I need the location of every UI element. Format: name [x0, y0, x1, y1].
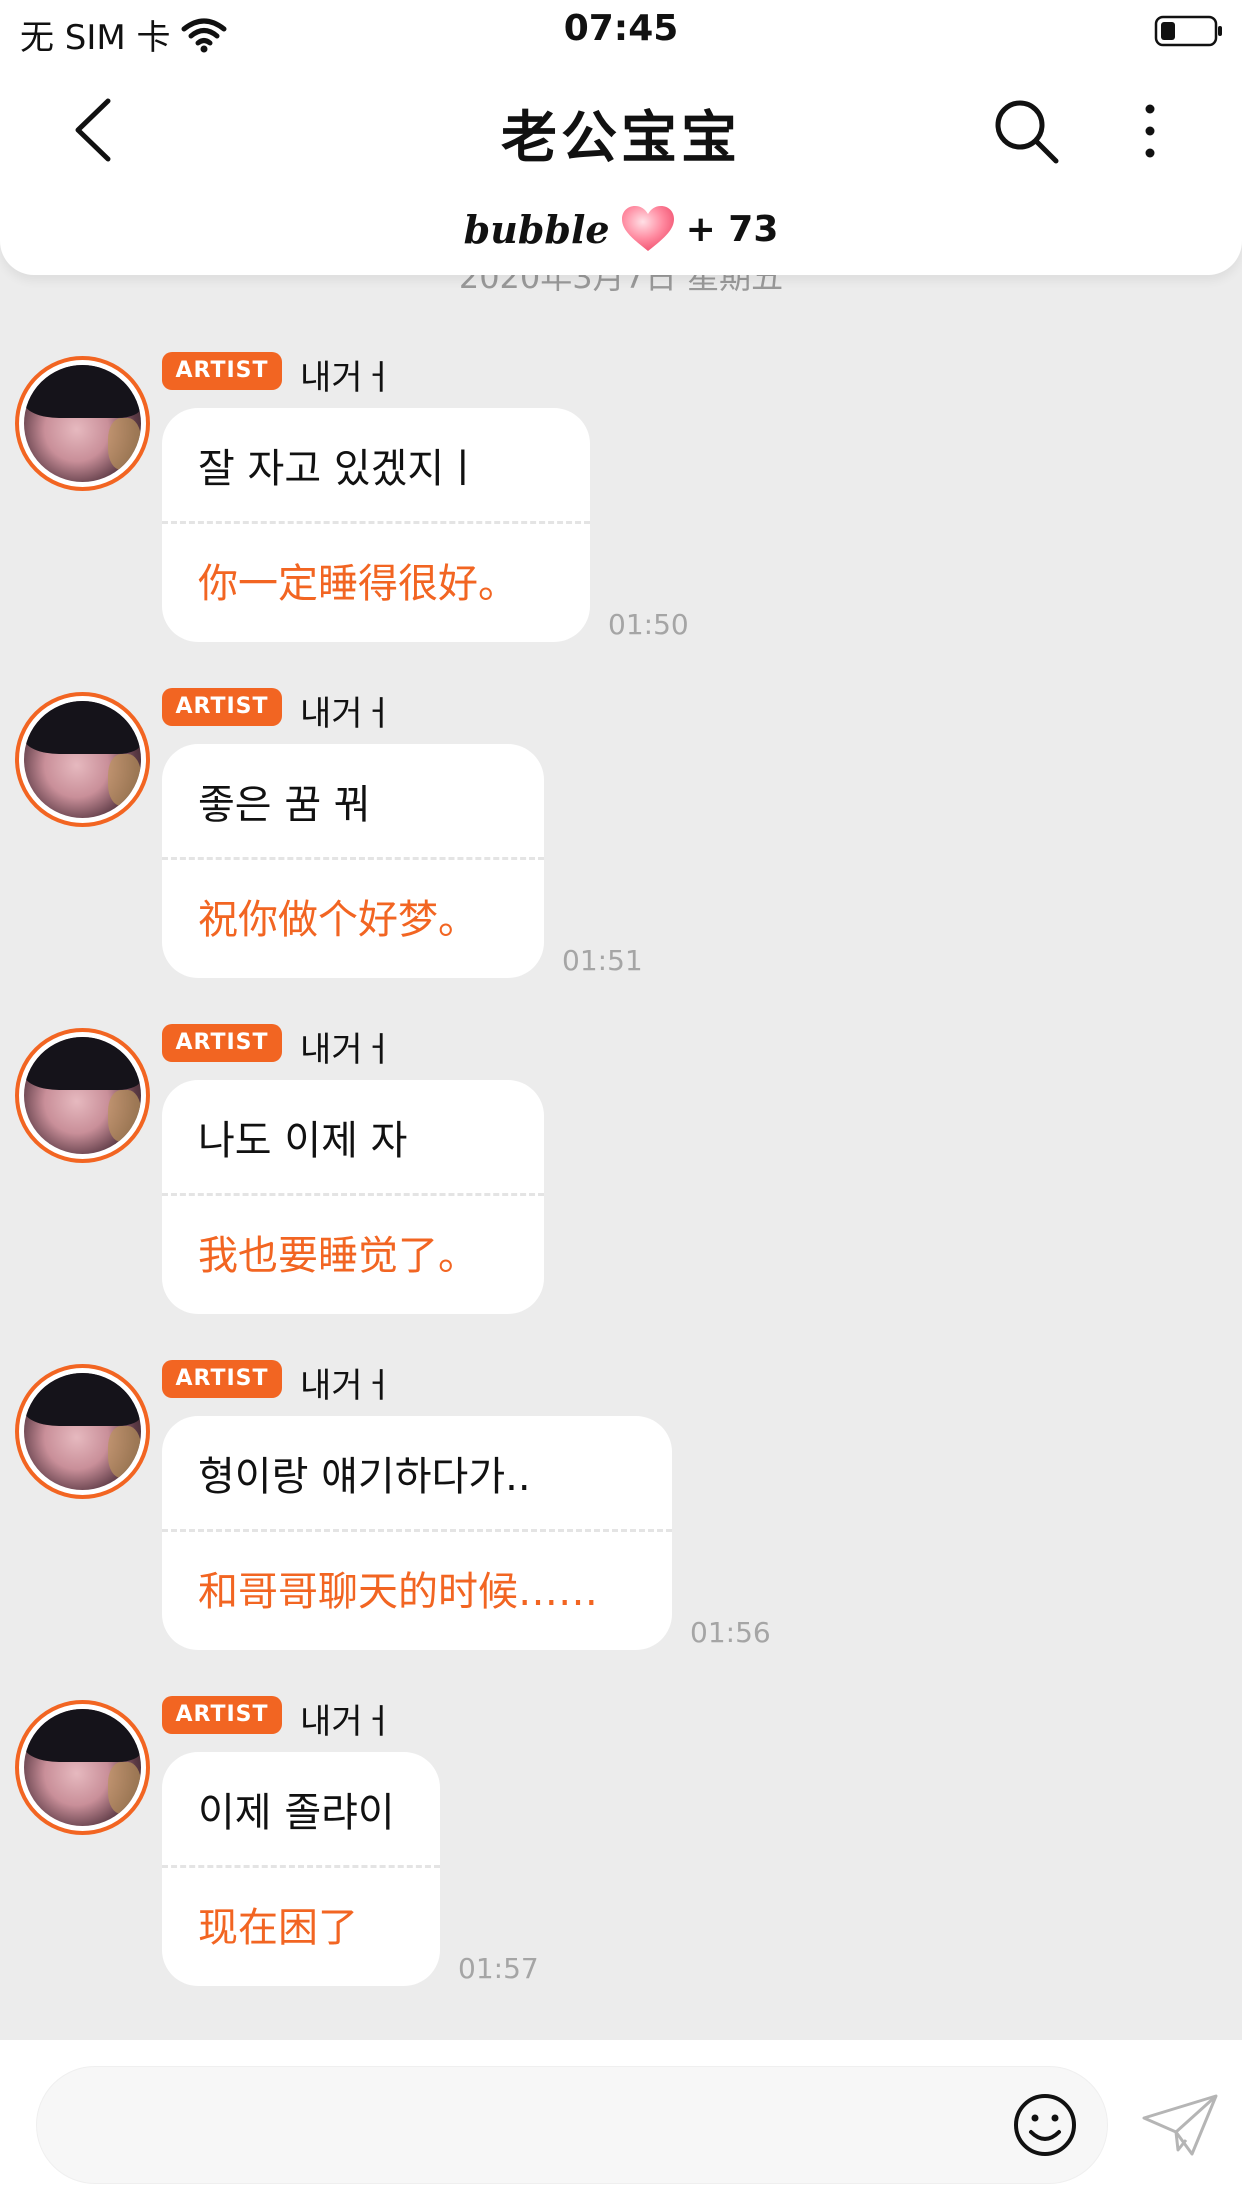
avatar[interactable]: [15, 692, 150, 827]
message-time: 01:56: [690, 1616, 771, 1649]
divider: [162, 1193, 544, 1196]
message-text-translation: 你一定睡得很好。: [198, 561, 518, 607]
bubble-counter: bubble + 73: [0, 205, 1242, 253]
message-time: 01:51: [562, 944, 643, 977]
message-time: 01:57: [458, 1952, 539, 1985]
message-time: 01:50: [608, 608, 689, 641]
artist-badge: ARTIST: [162, 1024, 282, 1062]
battery-icon: [1154, 15, 1222, 47]
paper-plane-icon[interactable]: [1140, 2092, 1220, 2158]
sender-name: 내거ㅓ: [300, 1030, 394, 1070]
heart-icon: [621, 206, 674, 251]
divider: [162, 857, 544, 860]
artist-badge: ARTIST: [162, 1360, 282, 1398]
artist-badge: ARTIST: [162, 1696, 282, 1734]
message-input[interactable]: [36, 2066, 1108, 2184]
divider: [162, 521, 590, 524]
avatar[interactable]: [15, 1364, 150, 1499]
composer-bar: [0, 2040, 1242, 2208]
search-icon[interactable]: [990, 95, 1062, 167]
message-text-korean: 좋은 꿈 꿔: [198, 782, 371, 828]
message-text-korean: 나도 이제 자: [198, 1118, 408, 1164]
status-clock: 07:45: [563, 8, 679, 49]
message-bubble[interactable]: 나도 이제 자 我也要睡觉了。: [162, 1080, 544, 1314]
message-text-korean: 이제 졸랴이: [198, 1790, 395, 1836]
sender-name: 내거ㅓ: [300, 694, 394, 734]
bubble-count-value: + 73: [685, 208, 779, 250]
more-vertical-icon[interactable]: [1130, 95, 1170, 167]
message-bubble[interactable]: 잘 자고 있겠지ㅣ 你一定睡得很好。: [162, 408, 590, 642]
navigation-bar: 老公宝宝: [0, 75, 1242, 185]
status-bar: 无 SIM 卡 07:45: [0, 0, 1242, 62]
message-text-korean: 형이랑 얘기하다가..: [198, 1454, 531, 1500]
sender-name: 내거ㅓ: [300, 1366, 394, 1406]
message-text-translation: 现在困了: [198, 1905, 358, 1951]
message-bubble[interactable]: 형이랑 얘기하다가.. 和哥哥聊天的时候……: [162, 1416, 672, 1650]
artist-badge: ARTIST: [162, 688, 282, 726]
message-text-translation: 和哥哥聊天的时候……: [198, 1569, 598, 1615]
avatar[interactable]: [15, 1700, 150, 1835]
sender-name: 내거ㅓ: [300, 1702, 394, 1742]
message-text-translation: 祝你做个好梦。: [198, 897, 478, 943]
bubble-brand: bubble: [463, 206, 610, 252]
smiley-icon[interactable]: [1012, 2092, 1078, 2158]
divider: [162, 1529, 672, 1532]
avatar[interactable]: [15, 1028, 150, 1163]
message-bubble[interactable]: 이제 졸랴이 现在困了: [162, 1752, 440, 1986]
avatar[interactable]: [15, 356, 150, 491]
message-text-translation: 我也要睡觉了。: [198, 1233, 478, 1279]
message-bubble[interactable]: 좋은 꿈 꿔 祝你做个好梦。: [162, 744, 544, 978]
artist-badge: ARTIST: [162, 352, 282, 390]
sender-name: 내거ㅓ: [300, 358, 394, 398]
message-text-korean: 잘 자고 있겠지ㅣ: [198, 446, 482, 492]
top-bar: 无 SIM 卡 07:45 老公宝宝 bubble + 73: [0, 0, 1242, 275]
divider: [162, 1865, 440, 1868]
